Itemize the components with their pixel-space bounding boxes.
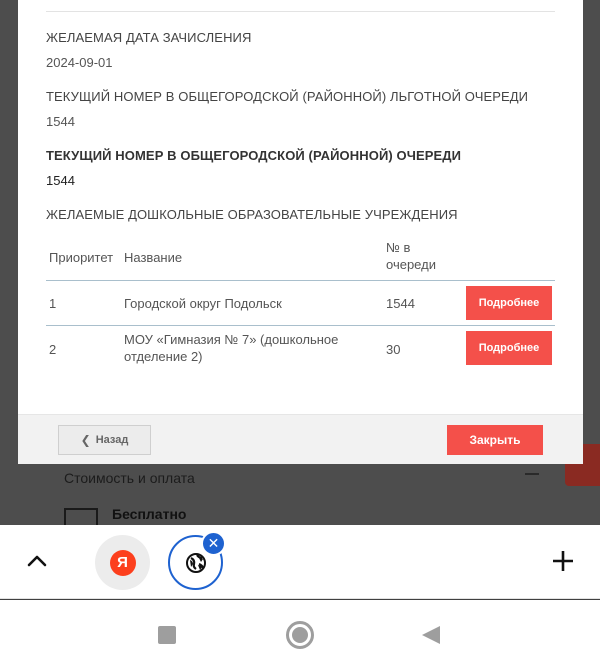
home-circle-icon[interactable]	[286, 621, 314, 649]
details-button[interactable]: Подробнее	[466, 331, 552, 365]
queue-value: 1544	[46, 173, 75, 188]
column-header-priority: Приоритет	[49, 250, 114, 265]
desired-date-label: ЖЕЛАЕМАЯ ДАТА ЗАЧИСЛЕНИЯ	[46, 30, 252, 45]
back-button-label: Назад	[95, 434, 129, 446]
globe-icon	[185, 552, 206, 573]
table-row: 1 Городской округ Подольск 1544 Подробне…	[46, 281, 555, 326]
benefit-queue-label: ТЕКУЩИЙ НОМЕР В ОБЩЕГОРОДСКОЙ (РАЙОННОЙ)…	[46, 89, 529, 104]
yandex-icon: Я	[109, 549, 136, 576]
close-button[interactable]: Закрыть	[447, 425, 543, 455]
cost-section-title: Стоимость и оплата	[64, 470, 195, 486]
browser-toolbar: Я ✕	[0, 525, 600, 599]
cost-section-header: Стоимость и оплата	[64, 470, 544, 490]
divider	[46, 11, 555, 12]
row-name: Городской округ Подольск	[124, 296, 282, 311]
application-details-modal: ЖЕЛАЕМАЯ ДАТА ЗАЧИСЛЕНИЯ 2024-09-01 ТЕКУ…	[18, 0, 583, 464]
collapse-minus-icon	[525, 473, 539, 475]
price-label: Бесплатно	[112, 506, 187, 522]
back-triangle-icon[interactable]	[422, 626, 440, 644]
table-row: 2 МОУ «Гимназия № 7» (дошкольное отделен…	[46, 326, 555, 372]
details-button[interactable]: Подробнее	[466, 286, 552, 320]
tab-yandex[interactable]: Я	[95, 535, 150, 590]
column-header-queue: № в очереди	[386, 240, 436, 272]
row-queue: 1544	[386, 296, 415, 311]
row-priority: 1	[49, 296, 57, 311]
column-header-name: Название	[124, 250, 183, 265]
back-button[interactable]: ❮ Назад	[58, 425, 151, 455]
benefit-queue-value: 1544	[46, 114, 75, 129]
system-nav-bar	[0, 600, 600, 670]
recents-square-icon[interactable]	[158, 626, 176, 644]
row-priority: 2	[49, 342, 57, 357]
price-row: Бесплатно	[64, 506, 264, 526]
plus-icon[interactable]	[551, 549, 575, 573]
row-name: МОУ «Гимназия № 7» (дошкольное отделение…	[124, 332, 339, 364]
row-queue: 30	[386, 342, 401, 357]
queue-label: ТЕКУЩИЙ НОМЕР В ОБЩЕГОРОДСКОЙ (РАЙОННОЙ)…	[46, 148, 462, 163]
price-tag-icon	[64, 508, 98, 526]
institutions-label: ЖЕЛАЕМЫЕ ДОШКОЛЬНЫЕ ОБРАЗОВАТЕЛЬНЫЕ УЧРЕ…	[46, 207, 458, 222]
chevron-left-icon: ❮	[80, 433, 91, 447]
modal-footer: ❮ Назад Закрыть	[18, 414, 583, 464]
close-tab-icon[interactable]: ✕	[201, 531, 226, 556]
desired-date-value: 2024-09-01	[46, 55, 113, 70]
chevron-up-icon[interactable]	[26, 552, 48, 568]
